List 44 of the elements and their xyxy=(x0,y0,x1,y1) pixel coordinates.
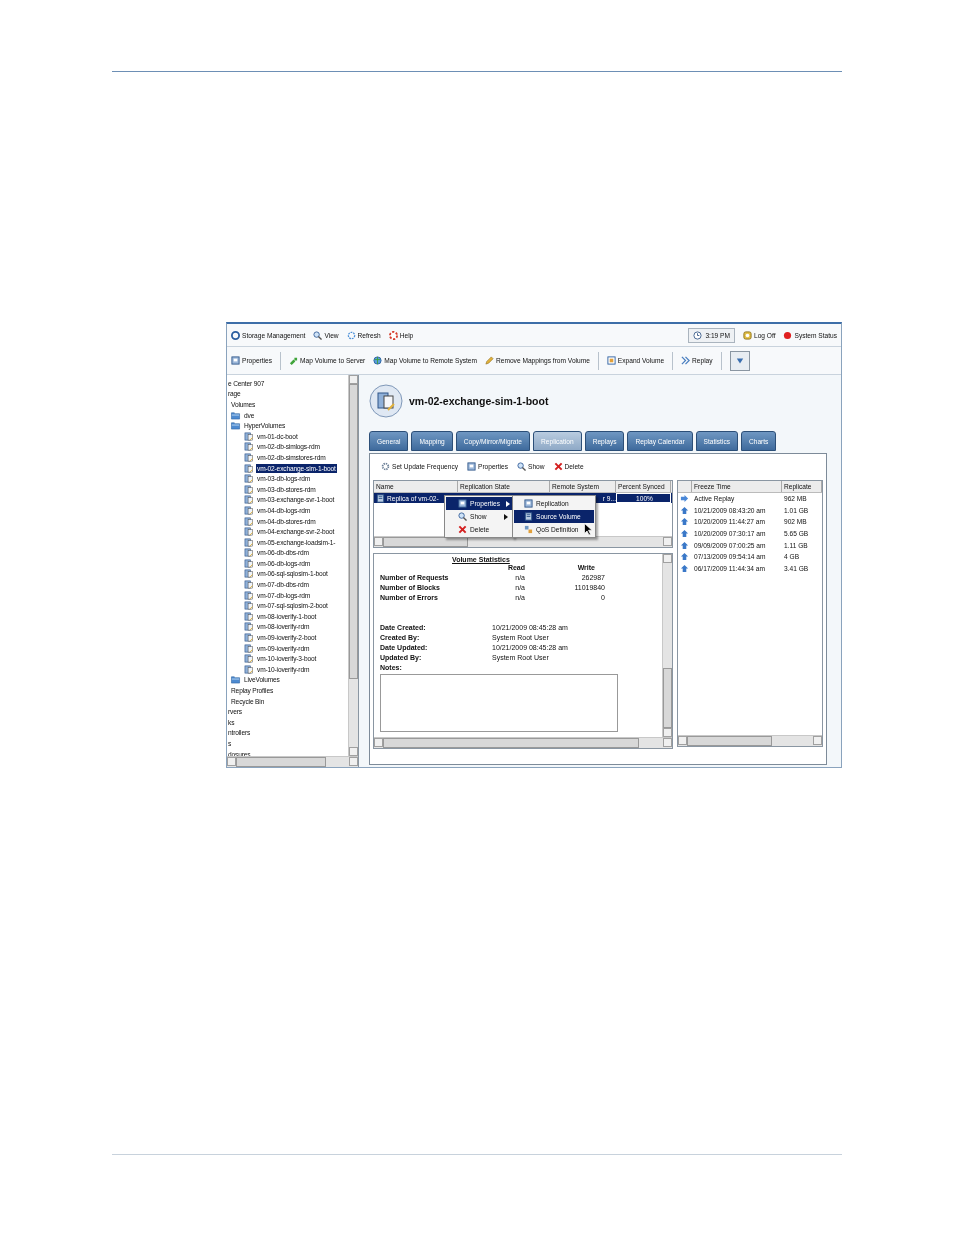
folder-icon xyxy=(230,675,241,685)
refresh-icon xyxy=(346,330,356,340)
properties-icon xyxy=(231,356,240,365)
horizontal-scrollbar[interactable] xyxy=(678,735,822,746)
search-icon xyxy=(458,512,467,521)
volume-icon xyxy=(244,580,254,590)
network-icon xyxy=(524,525,533,534)
globe-icon xyxy=(373,356,383,365)
volume-icon xyxy=(244,527,254,537)
logoff-icon xyxy=(742,330,752,340)
dropdown-button[interactable] xyxy=(729,350,750,371)
volume-icon xyxy=(524,512,533,521)
properties-icon xyxy=(467,461,476,471)
vertical-scrollbar[interactable] xyxy=(662,554,672,737)
gear-icon xyxy=(381,461,390,471)
volume-title: vm-02-exchange-sim-1-boot xyxy=(409,395,549,407)
status-dot-icon xyxy=(783,330,793,340)
chevron-down-icon xyxy=(735,356,744,365)
lifebuoy-icon xyxy=(388,330,398,340)
double-chevron-icon xyxy=(681,356,691,365)
properties-icon xyxy=(458,499,467,508)
properties-icon xyxy=(524,499,533,508)
volume-icon xyxy=(244,654,254,664)
right-arrow-icon xyxy=(680,494,689,504)
notes-field[interactable] xyxy=(380,674,618,732)
search-icon xyxy=(517,461,527,471)
volume-icon xyxy=(244,633,254,643)
horizontal-scrollbar[interactable] xyxy=(374,737,672,748)
volume-icon xyxy=(244,431,254,441)
volume-icon xyxy=(376,493,385,503)
clock-icon xyxy=(693,330,703,340)
c-logo-icon xyxy=(231,330,240,340)
search-icon xyxy=(313,330,323,340)
folder-icon xyxy=(230,421,241,431)
map-arrow-icon xyxy=(289,356,299,365)
folder-icon xyxy=(230,410,241,420)
horizontal-scrollbar[interactable] xyxy=(227,756,358,767)
delete-icon xyxy=(458,525,467,534)
volume-badge-icon xyxy=(369,384,403,418)
volume-icon xyxy=(244,474,254,484)
pencil-icon xyxy=(485,356,495,365)
vertical-scrollbar[interactable] xyxy=(348,375,358,756)
delete-icon xyxy=(553,461,563,471)
expand-icon xyxy=(606,356,616,365)
